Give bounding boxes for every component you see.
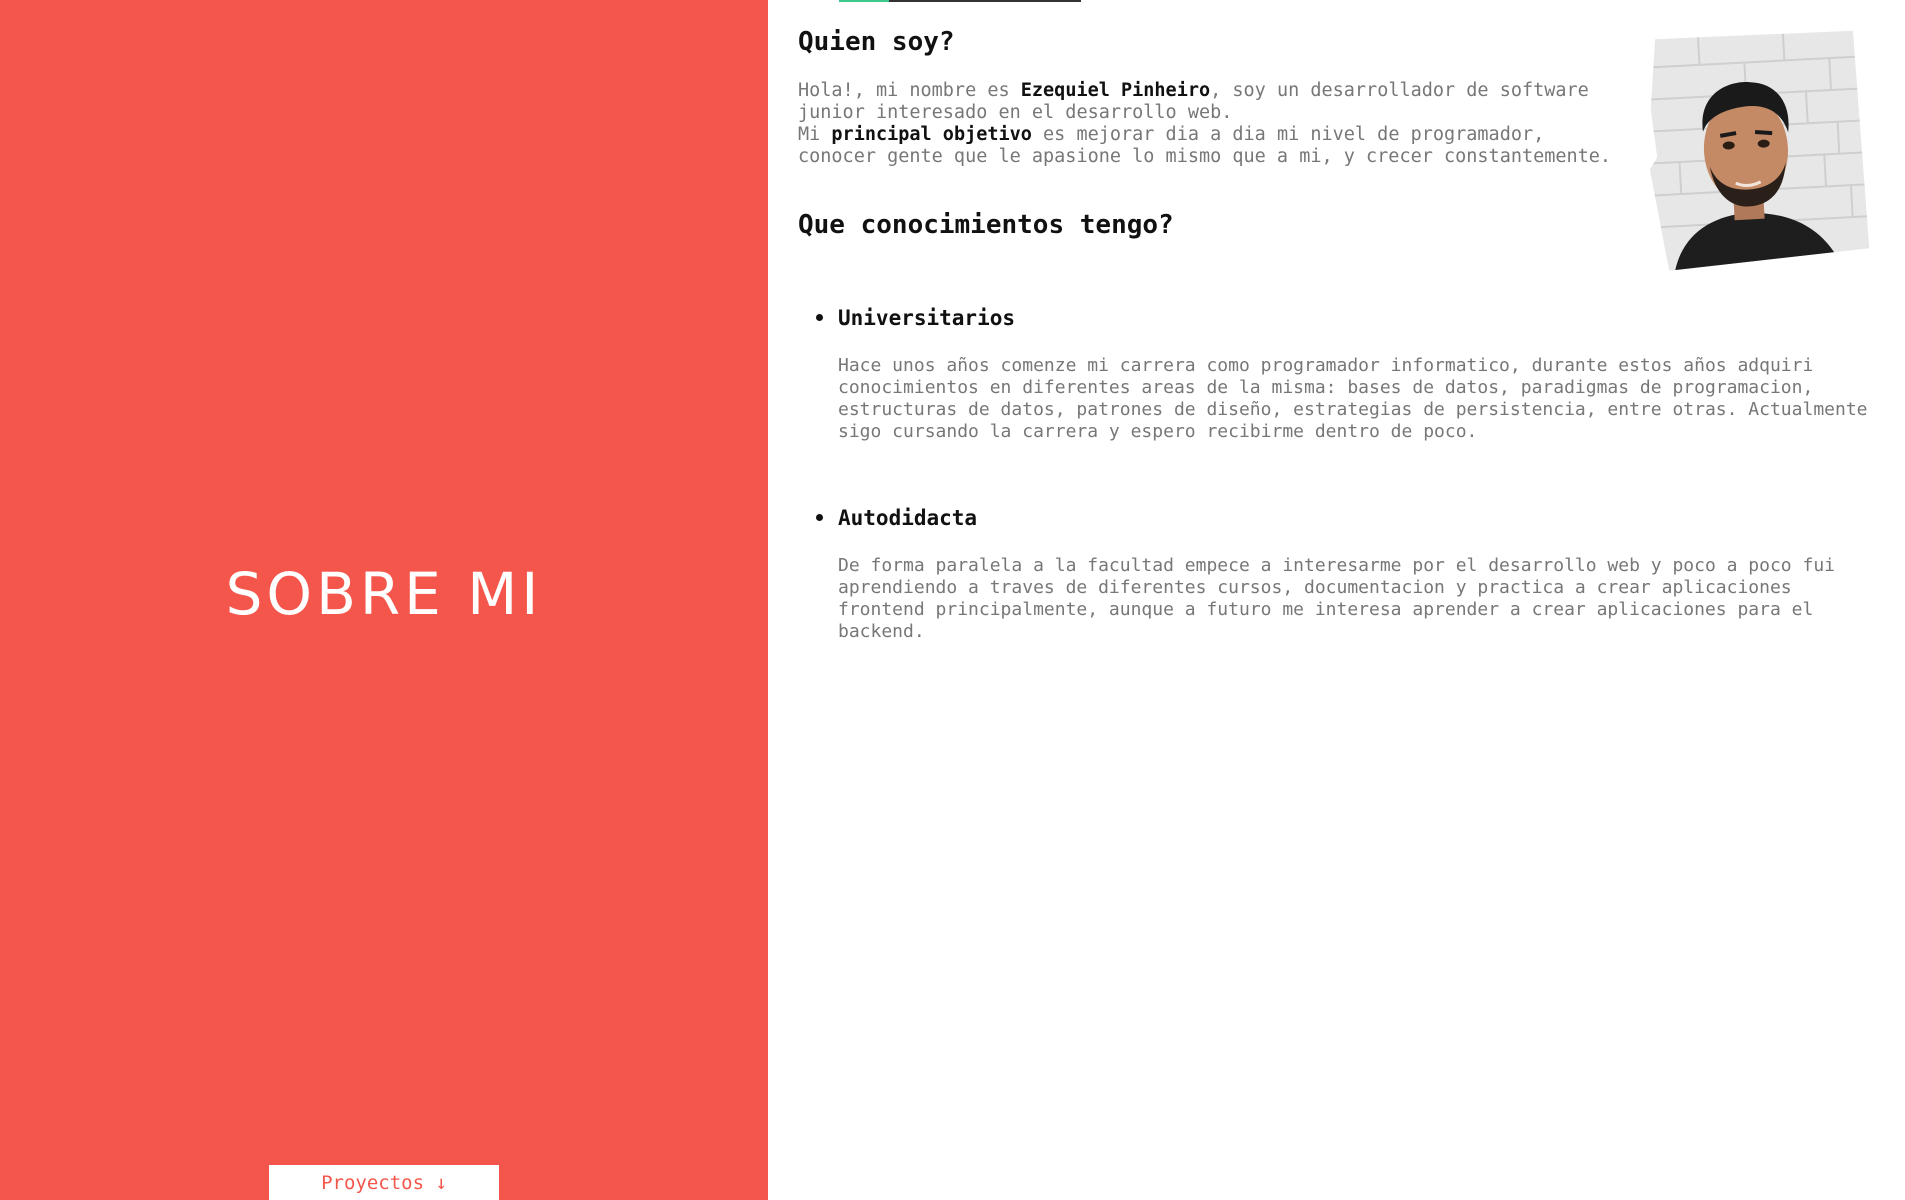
about-heading: Quien soy? [798, 27, 955, 57]
skill-item-autodidacta: Autodidacta De forma paralela a la facul… [816, 506, 1878, 643]
skill-item-universitarios: Universitarios Hace unos años comenze mi… [816, 306, 1878, 443]
profile-photo [1643, 28, 1870, 272]
left-panel: SOBRE MI Proyectos ↓ [0, 0, 768, 1200]
skill-title: Autodidacta [838, 506, 978, 530]
bullet-icon [816, 514, 823, 521]
knowledge-heading: Que conocimientos tengo? [798, 210, 1174, 240]
skill-description: Hace unos años comenze mi carrera como p… [838, 355, 1868, 442]
skill-description: De forma paralela a la facultad empece a… [838, 555, 1835, 642]
author-name: Ezequiel Pinheiro [1020, 80, 1211, 101]
goal-highlight: principal objetivo [831, 124, 1032, 145]
bullet-icon [816, 314, 823, 321]
about-intro: Hola!, mi nombre es Ezequiel Pinheiro, s… [798, 80, 1628, 168]
section-title: SOBRE MI [225, 560, 543, 628]
page: SOBRE MI Proyectos ↓ Quien soy? Hola!, m… [0, 0, 1905, 1200]
intro-text: Hola!, mi nombre es [798, 80, 1021, 101]
skill-title: Universitarios [838, 306, 1016, 330]
right-panel: Quien soy? Hola!, mi nombre es Ezequiel … [798, 0, 1878, 1200]
projects-nav-button[interactable]: Proyectos ↓ [269, 1165, 499, 1200]
goal-text: Mi [798, 124, 832, 145]
